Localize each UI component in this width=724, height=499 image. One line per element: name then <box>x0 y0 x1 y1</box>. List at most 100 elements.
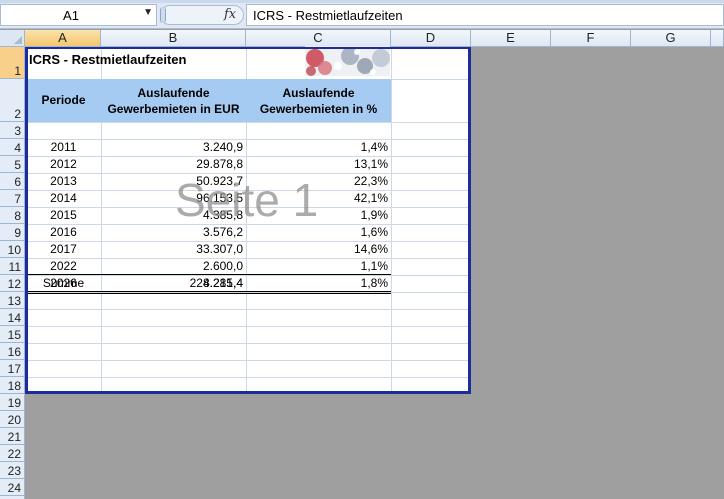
row-number: 5 <box>14 158 21 172</box>
column-header-a[interactable]: A <box>25 30 101 47</box>
column-header-e[interactable]: E <box>471 30 551 47</box>
cell-periode[interactable]: 2022 <box>26 259 101 273</box>
cell-pct[interactable]: 1,6% <box>246 225 391 239</box>
row-number: 20 <box>7 413 21 427</box>
formula-bar: A1 ▼ fx ICRS - Restmietlaufzeiten <box>0 3 724 29</box>
insert-function-icon[interactable]: fx <box>224 7 236 22</box>
gridline <box>25 309 470 310</box>
row-number: 21 <box>7 430 21 444</box>
total-double-border-2 <box>26 293 391 294</box>
row-header-1[interactable]: 1 <box>0 47 25 79</box>
cell-eur[interactable]: 33.307,0 <box>101 242 246 256</box>
row-number: 8 <box>14 209 21 223</box>
gridline <box>25 122 470 123</box>
select-all-corner[interactable] <box>0 30 25 47</box>
row-number: 13 <box>7 294 21 308</box>
total-double-border-1 <box>26 291 391 292</box>
row-header-13[interactable]: 13 <box>0 292 25 309</box>
row-header-21[interactable]: 21 <box>0 428 25 445</box>
row-header-15[interactable]: 15 <box>0 326 25 343</box>
column-header-d[interactable]: D <box>391 30 471 47</box>
cell-eur[interactable]: 2.600,0 <box>101 259 246 273</box>
cell-pct[interactable]: 1,8% <box>246 276 391 290</box>
company-logo <box>305 46 390 76</box>
cell-eur[interactable]: 29.878,8 <box>101 157 246 171</box>
row-header-7[interactable]: 7 <box>0 190 25 207</box>
cell-pct[interactable]: 1,1% <box>246 259 391 273</box>
header-pct-line1: Auslaufende <box>282 86 355 100</box>
cell-periode[interactable]: 2013 <box>26 174 101 188</box>
row-number: 3 <box>14 124 21 138</box>
column-header-g[interactable]: G <box>631 30 711 47</box>
row-header-3[interactable]: 3 <box>0 122 25 139</box>
gridline <box>391 47 392 393</box>
column-header-b[interactable]: B <box>101 30 246 47</box>
row-header-14[interactable]: 14 <box>0 309 25 326</box>
row-header-6[interactable]: 6 <box>0 173 25 190</box>
total-label[interactable]: Summe <box>26 276 101 290</box>
row-number: 6 <box>14 175 21 189</box>
gridline <box>25 326 470 327</box>
sheet-title[interactable]: ICRS - Restmietlaufzeiten <box>29 52 186 67</box>
name-box[interactable]: A1 ▼ <box>0 4 157 26</box>
row-number: 24 <box>7 481 21 495</box>
row-header-24[interactable]: 24 <box>0 479 25 496</box>
cell-pct[interactable]: 14,6% <box>246 242 391 256</box>
cell-periode[interactable]: 2017 <box>26 242 101 256</box>
resize-handle[interactable] <box>160 7 166 23</box>
row-header-4[interactable]: 4 <box>0 139 25 156</box>
cell-periode[interactable]: 2012 <box>26 157 101 171</box>
row-header-10[interactable]: 10 <box>0 241 25 258</box>
row-header-18[interactable]: 18 <box>0 377 25 394</box>
formula-input[interactable]: ICRS - Restmietlaufzeiten <box>246 4 724 26</box>
header-pct[interactable]: Auslaufende Gewerbemieten in % <box>246 85 391 117</box>
gridline <box>25 377 470 378</box>
dropdown-arrow-icon[interactable]: ▼ <box>143 7 153 18</box>
row-header-16[interactable]: 16 <box>0 343 25 360</box>
cell-eur[interactable]: 3.240,9 <box>101 140 246 154</box>
row-header-23[interactable]: 23 <box>0 462 25 479</box>
row-number: 2 <box>14 107 21 121</box>
total-top-border <box>26 274 391 275</box>
cell-periode[interactable]: 2014 <box>26 191 101 205</box>
row-number: 1 <box>14 64 21 78</box>
row-number: 11 <box>8 260 21 274</box>
cell-pct[interactable]: 1,4% <box>246 140 391 154</box>
cell-periode[interactable]: 2015 <box>26 208 101 222</box>
header-periode[interactable]: Periode <box>26 92 101 108</box>
excel-window: A1 ▼ fx ICRS - Restmietlaufzeiten ABCDEF… <box>0 0 724 499</box>
row-header-12[interactable]: 12 <box>0 275 25 292</box>
row-header-17[interactable]: 17 <box>0 360 25 377</box>
row-number: 9 <box>14 226 21 240</box>
row-number: 10 <box>7 243 21 257</box>
row-number: 22 <box>7 447 21 461</box>
page-watermark: Seite 1 <box>175 174 319 226</box>
cell-periode[interactable]: 2011 <box>26 140 101 154</box>
row-header-19[interactable]: 19 <box>0 394 25 411</box>
row-header-9[interactable]: 9 <box>0 224 25 241</box>
cell-eur[interactable]: 3.576,2 <box>101 225 246 239</box>
row-number: 16 <box>7 345 21 359</box>
row-header-20[interactable]: 20 <box>0 411 25 428</box>
row-header-5[interactable]: 5 <box>0 156 25 173</box>
column-header-stub[interactable] <box>711 30 724 47</box>
total-eur[interactable]: 228.281,4 <box>101 276 246 290</box>
gridline <box>25 343 470 344</box>
cell-periode[interactable]: 2016 <box>26 225 101 239</box>
row-header-22[interactable]: 22 <box>0 445 25 462</box>
row-number: 23 <box>7 464 21 478</box>
cell-pct[interactable]: 13,1% <box>246 157 391 171</box>
row-number: 15 <box>7 328 21 342</box>
header-eur[interactable]: Auslaufende Gewerbemieten in EUR <box>101 85 246 117</box>
row-header-11[interactable]: 11 <box>0 258 25 275</box>
row-header-8[interactable]: 8 <box>0 207 25 224</box>
row-header-2[interactable]: 2 <box>0 79 25 122</box>
column-header-f[interactable]: F <box>551 30 631 47</box>
row-number: 19 <box>7 396 21 410</box>
header-eur-line1: Auslaufende <box>137 86 210 100</box>
row-number: 4 <box>14 141 21 155</box>
row-number: 12 <box>7 277 21 291</box>
column-header-c[interactable]: C <box>246 30 391 47</box>
header-eur-line2: Gewerbemieten in EUR <box>107 102 240 116</box>
worksheet-grid[interactable]: ABCDEFG 1 2 3 4 5 6 7 8 9 10 11 12 13 14 15 16 17 18 19 20 2… <box>0 30 724 499</box>
